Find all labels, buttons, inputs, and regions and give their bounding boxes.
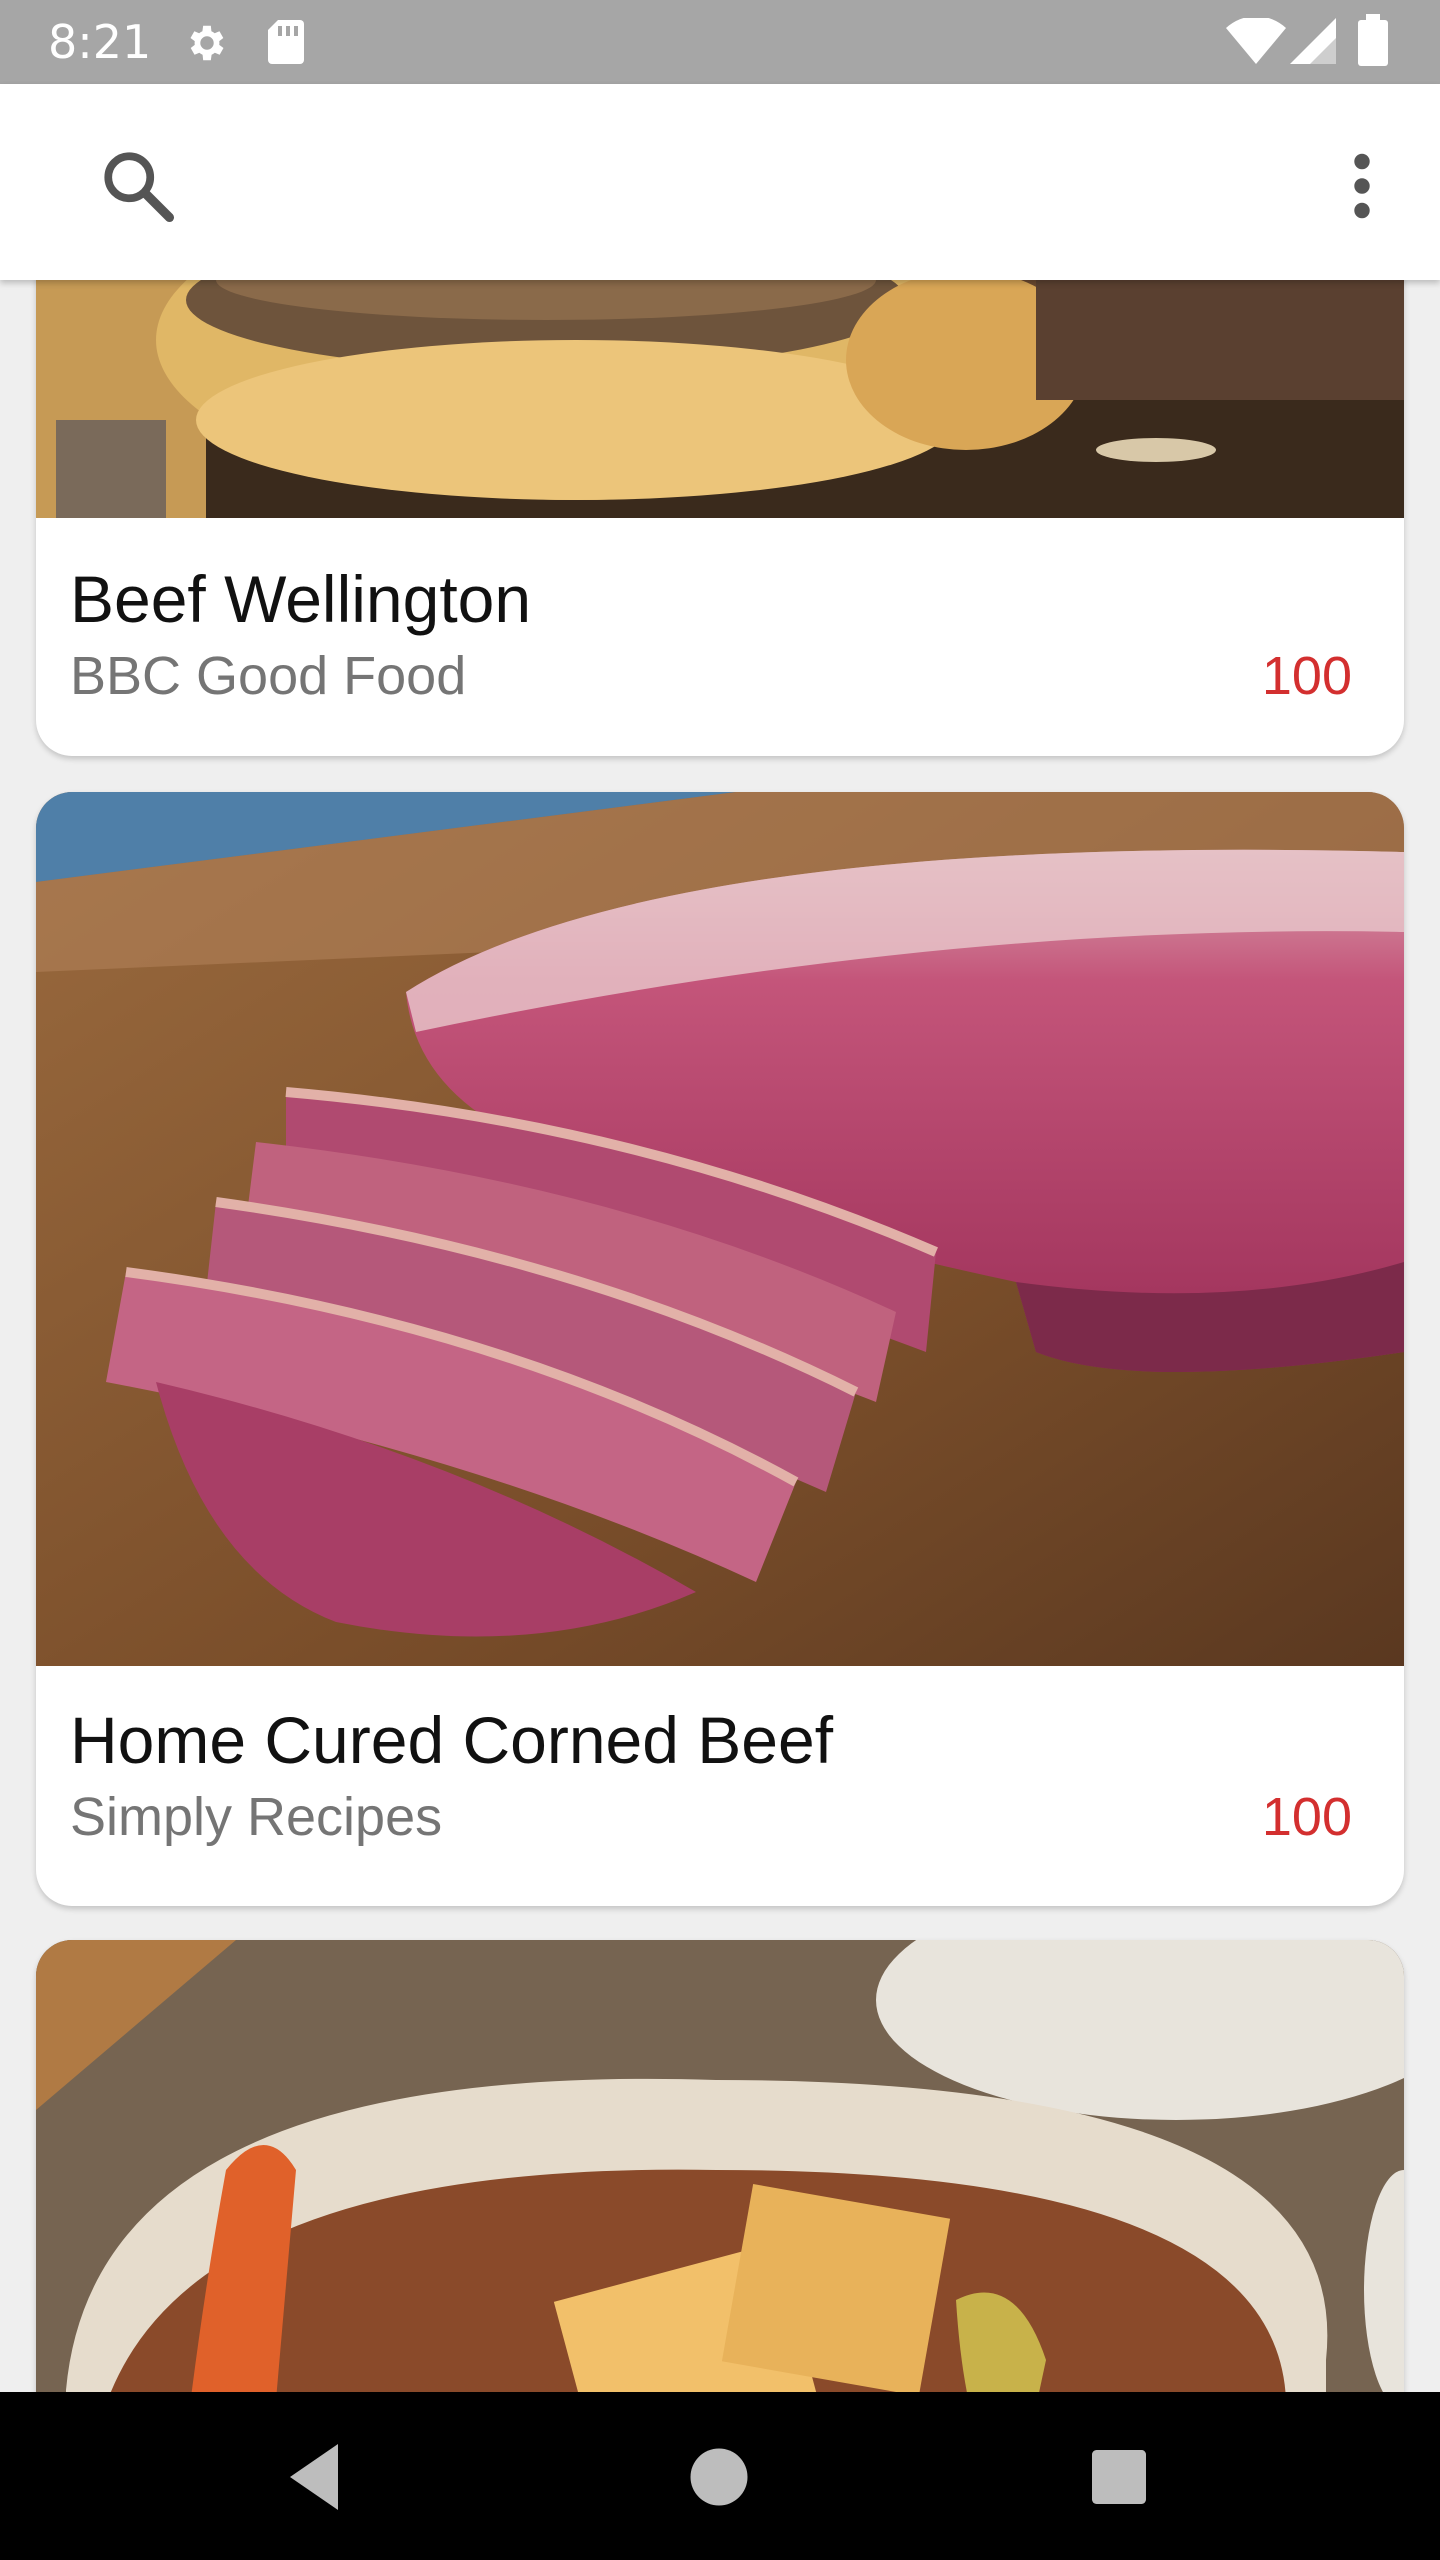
recipe-card[interactable]: Beef Wellington BBC Good Food 100 xyxy=(36,280,1404,756)
recipe-score: 100 xyxy=(1261,646,1352,706)
beef-wellington-photo xyxy=(36,280,1404,518)
recipe-source: Simply Recipes xyxy=(70,1787,443,1847)
recipe-card[interactable] xyxy=(36,1940,1404,2392)
recipe-title: Beef Wellington xyxy=(70,562,532,636)
settings-icon xyxy=(184,20,230,71)
recipe-score: 100 xyxy=(1261,1787,1352,1847)
signal-icon xyxy=(1290,18,1336,69)
back-icon[interactable] xyxy=(272,2432,362,2522)
recipe-title: Home Cured Corned Beef xyxy=(70,1703,834,1777)
home-icon[interactable] xyxy=(674,2432,764,2522)
recipe-feed[interactable]: Beef Wellington BBC Good Food 100 Home C… xyxy=(0,280,1440,2392)
app-bar xyxy=(0,84,1440,280)
recipe-card[interactable]: Home Cured Corned Beef Simply Recipes 10… xyxy=(36,792,1404,1906)
navigation-bar xyxy=(0,2392,1440,2560)
battery-icon xyxy=(1358,14,1388,71)
search-icon[interactable] xyxy=(96,144,180,228)
wifi-icon xyxy=(1226,16,1286,69)
recents-icon[interactable] xyxy=(1074,2432,1164,2522)
beef-stew-photo xyxy=(36,1940,1404,2392)
corned-beef-photo xyxy=(36,792,1404,1666)
recipe-source: BBC Good Food xyxy=(70,646,467,706)
status-time: 8:21 xyxy=(48,15,152,69)
status-bar: 8:21 xyxy=(0,0,1440,84)
sd-card-icon xyxy=(266,18,306,71)
more-vertical-icon[interactable] xyxy=(1326,144,1398,228)
